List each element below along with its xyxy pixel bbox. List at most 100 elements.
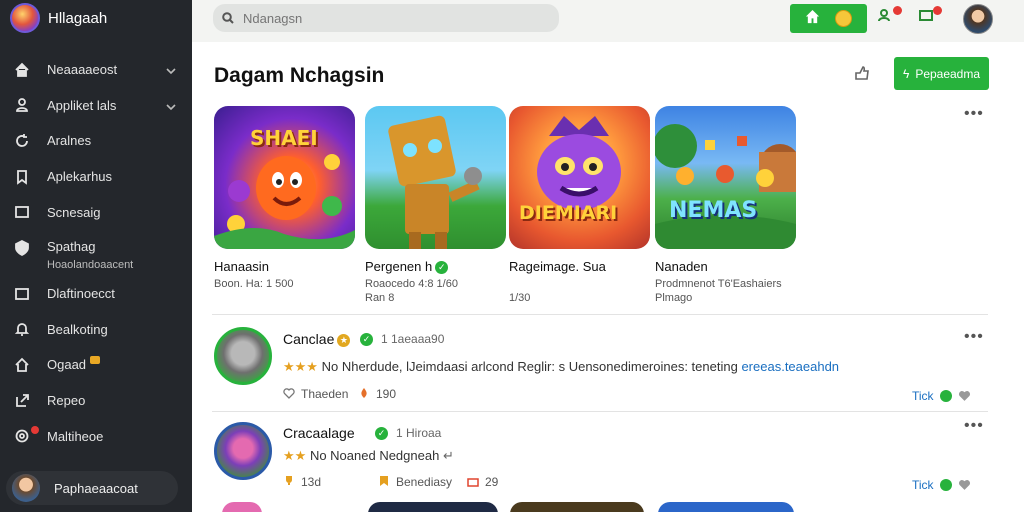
friends-button[interactable] [878,6,902,29]
fire-icon [358,387,370,399]
sidebar-item-label: Neaaaaeost [47,62,118,78]
profile-button[interactable]: Paphaeaacoat [6,471,178,505]
post-avatar[interactable] [214,327,272,385]
gift-icon [467,475,479,487]
game-art [655,124,796,249]
game-name: Hanaasin [214,259,269,274]
sidebar-item-2[interactable]: Aralnes [0,123,192,159]
game-card[interactable]: Pergenen h ✓ Roaocedo 4:8 1/60 Ran 8 [365,106,509,304]
square-icon [13,203,31,221]
game-art-title: NEMAS [669,198,758,223]
top-bar [192,0,1024,42]
post-likes[interactable]: Tick [912,389,971,405]
notification-dot [933,6,942,15]
search-icon [222,12,234,24]
verified-icon: ✓ [375,427,388,440]
game-thumbnail [365,106,506,249]
next-row-thumbnail [368,502,498,512]
game-art [388,115,482,249]
game-art [537,116,621,210]
post-text: ★★ No Noaned Nedgneah ↵ [283,448,454,463]
shield-icon [13,239,31,257]
post-link[interactable]: ereeas.teaeahdn [741,359,839,374]
sidebar-item-8[interactable]: Ogaad [0,347,192,383]
emoji-icon [834,10,852,27]
post-avatar[interactable] [214,422,272,480]
export-icon [13,392,31,410]
gear-icon [13,427,31,445]
divider [212,411,988,412]
game-meta-secondary: Plmago [655,292,693,304]
verified-icon: ✓ [360,333,373,346]
game-card[interactable]: SHAEI Hanaasin Boon. Ha: 1 500 [214,106,358,290]
game-meta: Prodmnenot T6'Eashaiers [655,278,782,290]
square-icon [13,285,31,303]
post-action[interactable]: 29 [467,475,498,489]
reply-icon: ↵ [442,448,454,463]
messages-button[interactable] [918,6,942,29]
home-action-button[interactable] [790,4,867,33]
post-likes[interactable]: Tick [912,478,971,494]
sidebar-item-label: Scnesaig [47,204,101,220]
game-card[interactable]: DIEMIARI Rageimage. Sua 1/30 [509,106,653,304]
sidebar-item-1[interactable]: Appliket lals [0,88,192,124]
more-options-icon[interactable]: ••• [964,106,984,122]
sidebar-item-7[interactable]: Bealkoting [0,312,192,348]
main-content: Dagam Nchagsin ϟ Pepaeadma ••• SHAEI Hana… [192,42,1024,512]
search-input[interactable] [243,10,543,26]
bolt-icon: ϟ [902,66,910,81]
sidebar-item-5[interactable]: Spathag Hoaolandoaacent [0,230,192,276]
post-action[interactable]: Thaeden [283,387,348,401]
bookmark-icon [378,475,390,487]
bell-icon [13,320,31,338]
post-action[interactable]: 13d [283,475,321,489]
sidebar-item-6[interactable]: Dlaftinoecct [0,276,192,312]
post-action[interactable]: 190 [358,387,396,401]
refresh-icon [13,132,31,150]
app-name: Hllagaah [48,9,108,27]
feed-post[interactable]: Canclae ★ ✓ 1 1aeaaa90 ★★★ No Nherdude, lJ… [212,327,992,407]
sidebar-item-9[interactable]: Repeo [0,383,192,419]
game-name: Nanaden [655,259,708,274]
sidebar-item-4[interactable]: Scnesaig [0,194,192,230]
badge-icon: ★ [337,334,351,347]
search-box[interactable] [213,4,559,32]
sidebar-nav: Neaaaaeost Appliket lals Aralnes Aplekar… [0,52,192,454]
sidebar-item-label: Aplekarhus [47,169,113,185]
rating-stars: ★★★ [283,359,318,374]
primary-button[interactable]: ϟ Pepaeadma [894,57,989,90]
more-options-icon[interactable]: ••• [964,329,984,345]
home-icon [805,9,820,29]
app-window: Hllagaah Neaaaaeost Appliket lals Aralne… [0,0,1024,512]
sidebar-item-sublabel: Hoaolandoaacent [47,258,134,271]
game-name: Rageimage. Sua [509,259,606,274]
feed-post[interactable]: Cracaalage ✓ 1 Hiroaa ★★ No Noaned Nedgne… [212,418,992,502]
next-row-thumbnail [510,502,644,512]
heart-outline-icon [283,387,295,399]
game-thumbnail: SHAEI [214,106,355,249]
game-thumbnail: DIEMIARI [509,106,650,249]
post-time: ✓ 1 Hiroaa [375,426,441,440]
more-options-icon[interactable]: ••• [964,418,984,434]
game-card[interactable]: NEMAS Nanaden Prodmnenot T6'Eashaiers Pl… [655,106,799,304]
share-icon[interactable] [854,65,872,83]
sidebar: Hllagaah Neaaaaeost Appliket lals Aralne… [0,0,192,512]
game-art-title: SHAEI [250,126,318,150]
sidebar-item-0[interactable]: Neaaaaeost [0,52,192,88]
heart-icon [958,389,971,405]
avatar [12,474,40,502]
notification-dot [31,426,39,435]
user-avatar[interactable] [963,4,993,34]
chevron-down-icon [166,100,176,110]
sidebar-item-10[interactable]: Maltiheoe [0,418,192,454]
game-thumbnail: NEMAS [655,106,796,249]
brand[interactable]: Hllagaah [0,0,192,36]
divider [212,314,988,315]
game-meta-secondary: Ran 8 [365,292,395,304]
sidebar-item-3[interactable]: Aplekarhus [0,159,192,195]
post-action[interactable]: Benediasy [378,475,452,489]
game-meta: 1/30 [509,292,531,304]
sidebar-item-label: Maltiheoe [47,428,104,444]
app-logo [10,3,40,33]
post-text: ★★★ No Nherdude, lJeimdaasi arlcond Regl… [283,359,840,374]
